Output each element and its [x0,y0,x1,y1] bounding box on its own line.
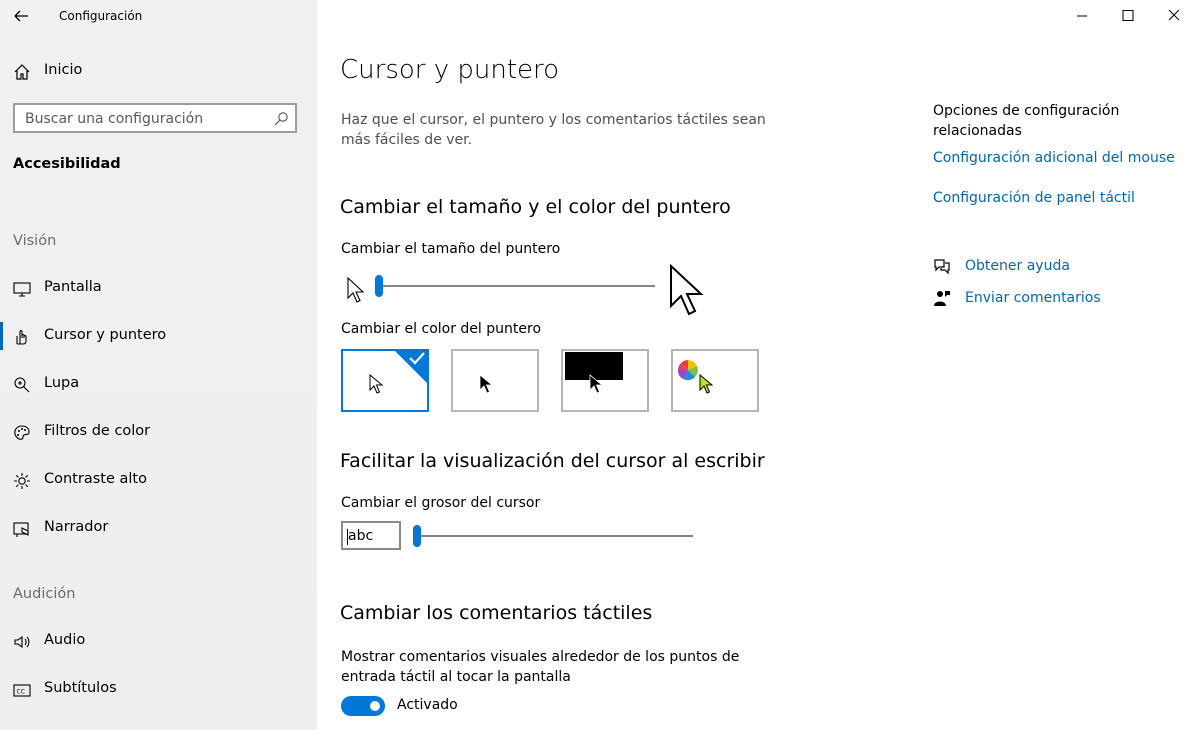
search-icon[interactable] [273,111,289,127]
send-feedback-link[interactable]: Enviar comentarios [965,290,1101,306]
sidebar: Configuración Inicio Buscar una configur… [0,0,317,730]
close-button[interactable] [1148,0,1194,32]
section-heading-vision: Visión [13,233,57,249]
sidebar-item-cursor[interactable]: Cursor y puntero [0,317,317,357]
category-heading: Accesibilidad [13,156,121,172]
sidebar-item-audio[interactable]: Audio [0,622,317,662]
large-pointer-icon [670,264,704,316]
title-bar: Configuración [0,0,317,32]
sidebar-item-home[interactable]: Inicio [0,52,317,92]
section-heading-touch: Cambiar los comentarios táctiles [340,602,653,624]
color-wheel-icon [677,360,698,381]
cursor-hand-icon [16,329,27,345]
sidebar-item-narrator[interactable]: Narrador [0,509,317,549]
sidebar-item-high-contrast[interactable]: Contraste alto [0,461,317,501]
toggle-knob [370,701,380,711]
brightness-icon [14,473,30,489]
sidebar-item-label: Filtros de color [44,423,151,439]
sidebar-item-color-filters[interactable]: Filtros de color [0,413,317,453]
magnifier-icon [14,377,30,393]
help-chat-icon [934,259,950,275]
selected-check-icon [393,349,429,385]
search-placeholder: Buscar una configuración [25,111,204,127]
touch-feedback-toggle[interactable] [341,696,385,716]
cursor-preview-box: abc [341,521,401,550]
palette-icon [14,425,30,440]
sidebar-item-magnifier[interactable]: Lupa [0,365,317,405]
cursor-preview-text: abc [348,528,374,544]
svg-text:CC: CC [17,689,25,696]
minimize-icon [1077,15,1087,17]
search-input[interactable]: Buscar una configuración [13,103,297,133]
captions-icon: CC [13,684,31,697]
pointer-size-slider-track[interactable] [378,285,655,287]
pointer-color-black[interactable] [451,349,539,412]
get-help-link[interactable]: Obtener ayuda [965,258,1070,274]
section-heading-cursor: Facilitar la visualización del cursor al… [340,450,765,472]
monitor-icon [13,282,31,297]
back-arrow-icon [14,10,28,22]
close-icon [1168,9,1180,21]
cursor-thickness-slider-thumb[interactable] [413,525,421,547]
custom-pointer-icon [699,373,714,394]
sidebar-item-label: Cursor y puntero [44,327,167,343]
sidebar-item-label: Audio [44,632,86,648]
home-icon [14,64,30,80]
maximize-icon [1122,10,1134,21]
window-title: Configuración [59,9,143,23]
page-description: Haz que el cursor, el puntero y los come… [341,112,766,148]
sidebar-item-label: Contraste alto [44,471,147,487]
maximize-button[interactable] [1105,0,1151,32]
inverted-pointer-icon [589,374,604,394]
touch-feedback-label: Mostrar comentarios visuales alrededor d… [341,649,740,685]
sidebar-item-label: Inicio [44,62,83,78]
speaker-icon [14,635,30,649]
section-heading-pointer: Cambiar el tamaño y el color del puntero [340,196,731,218]
pointer-size-slider-thumb[interactable] [375,275,383,297]
related-settings-title: Opciones de configuración relacionadas [933,103,1120,139]
back-button[interactable] [10,5,32,27]
pointer-color-custom[interactable] [671,349,759,412]
section-heading-hearing: Audición [13,586,76,602]
touchpad-settings-link[interactable]: Configuración de panel táctil [933,190,1135,206]
sidebar-item-label: Pantalla [44,279,102,295]
sidebar-item-display[interactable]: Pantalla [0,269,317,309]
sidebar-item-label: Lupa [44,375,80,391]
feedback-person-icon [934,291,950,306]
sidebar-item-captions[interactable]: CC Subtítulos [0,670,317,710]
pointer-color-white[interactable] [341,349,429,412]
cursor-thickness-slider-track[interactable] [416,535,693,537]
pointer-color-inverted[interactable] [561,349,649,412]
mouse-settings-link[interactable]: Configuración adicional del mouse [933,150,1175,166]
white-pointer-icon [369,373,384,394]
page-title: Cursor y puntero [340,55,560,85]
pointer-color-label: Cambiar el color del puntero [341,321,542,337]
sidebar-item-label: Narrador [44,519,109,535]
pointer-size-label: Cambiar el tamaño del puntero [341,241,561,257]
sidebar-item-label: Subtítulos [44,680,117,696]
black-pointer-icon [479,374,494,394]
narrator-icon [13,522,29,537]
toggle-state-label: Activado [397,697,458,713]
small-pointer-icon [347,276,365,303]
minimize-button[interactable] [1059,0,1105,32]
cursor-thickness-label: Cambiar el grosor del cursor [341,495,541,511]
